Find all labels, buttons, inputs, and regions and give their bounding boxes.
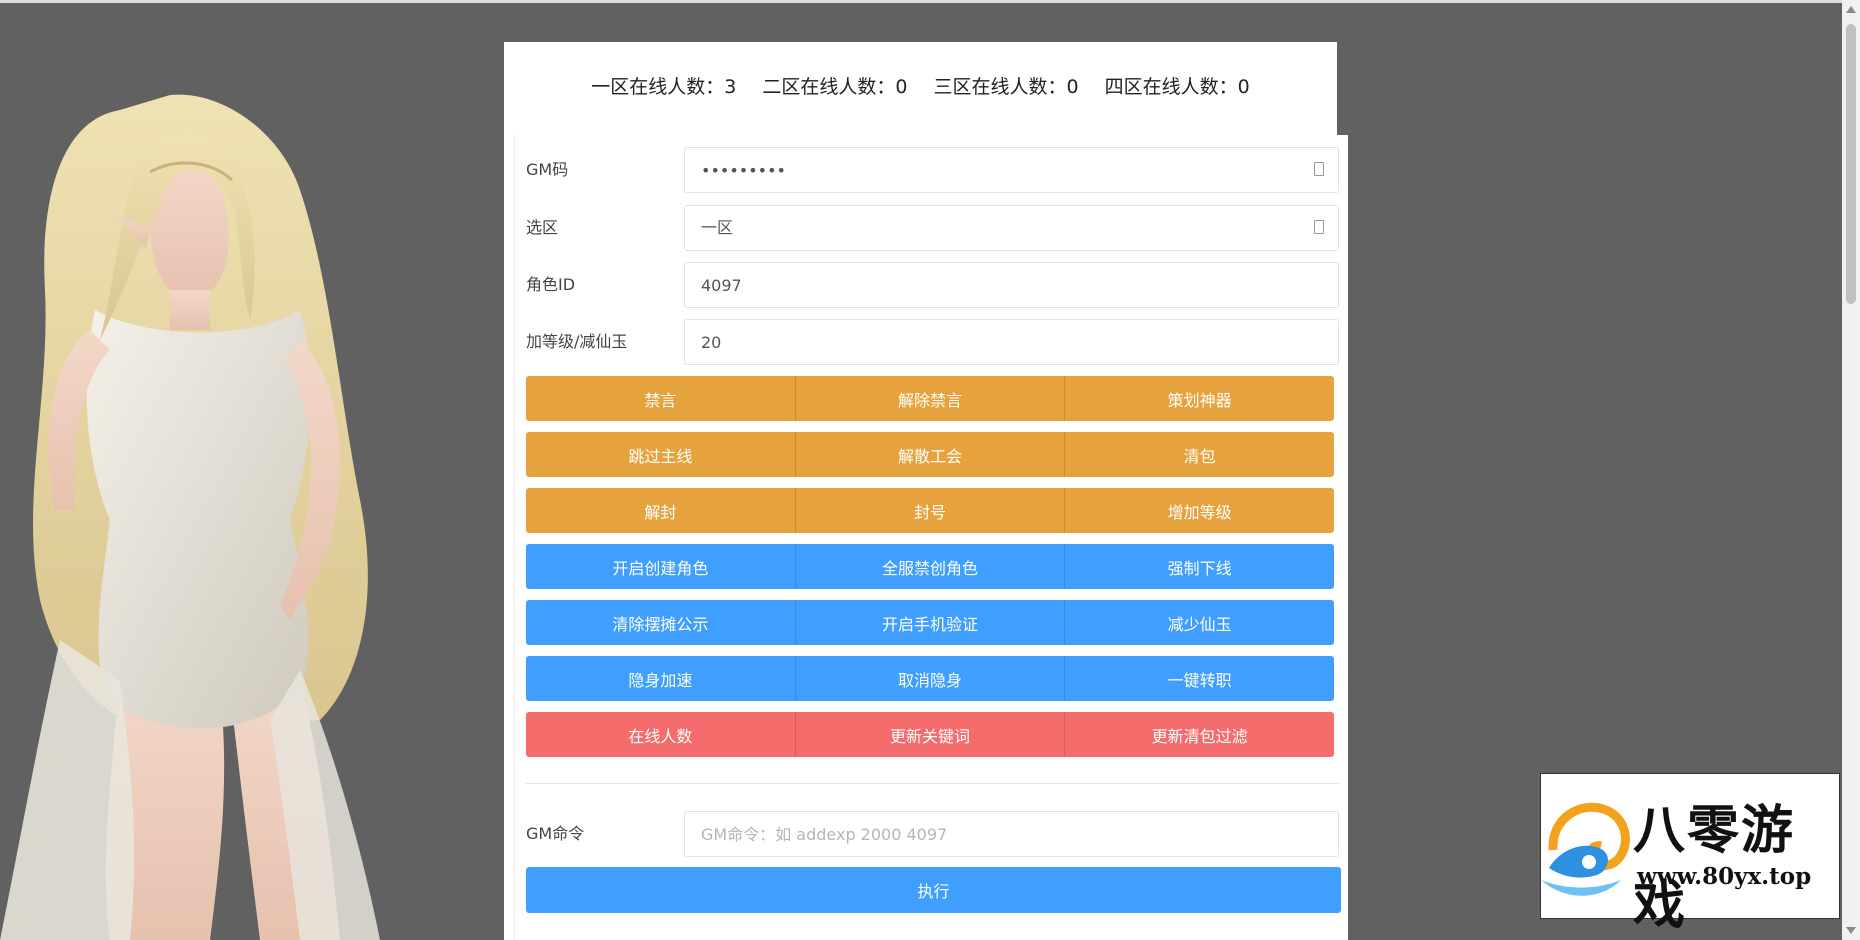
zone-select-label: 选区 <box>526 218 559 237</box>
add-level-button[interactable]: 增加等级 <box>1064 488 1334 533</box>
action-row-4: 开启创建角色 全服禁创角色 强制下线 <box>526 544 1334 589</box>
disable-create-role-button[interactable]: 全服禁创角色 <box>794 544 1065 589</box>
gm-code-field[interactable] <box>684 147 1339 193</box>
skip-main-quest-button[interactable]: 跳过主线 <box>526 432 795 477</box>
vertical-scrollbar[interactable] <box>1842 0 1860 940</box>
update-bag-filter-button[interactable]: 更新清包过滤 <box>1064 712 1334 757</box>
reduce-jade-button[interactable]: 减少仙玉 <box>1064 600 1334 645</box>
clear-bag-button[interactable]: 清包 <box>1064 432 1334 477</box>
planner-artifact-button[interactable]: 策划神器 <box>1064 376 1334 421</box>
section-divider <box>526 783 1340 784</box>
logo-url: www.80yx.top <box>1637 863 1812 890</box>
gm-code-input[interactable] <box>701 148 1301 192</box>
zone1-online-count: 一区在线人数：3 <box>591 76 737 98</box>
zone3-online-count: 三区在线人数：0 <box>933 76 1079 98</box>
ban-account-button[interactable]: 封号 <box>794 488 1065 533</box>
role-id-input[interactable] <box>701 263 1301 307</box>
zone2-online-count: 二区在线人数：0 <box>762 76 908 98</box>
wave-logo-icon <box>1541 802 1630 896</box>
amount-input[interactable] <box>701 320 1301 364</box>
role-id-field[interactable] <box>684 262 1339 308</box>
amount-field[interactable] <box>684 319 1339 365</box>
action-row-7: 在线人数 更新关键词 更新清包过滤 <box>526 712 1334 757</box>
scroll-up-icon[interactable] <box>1846 6 1856 13</box>
one-click-class-change-button[interactable]: 一键转职 <box>1064 656 1334 701</box>
enable-phone-verify-button[interactable]: 开启手机验证 <box>794 600 1065 645</box>
clear-stall-notice-button[interactable]: 清除摆摊公示 <box>526 600 795 645</box>
gm-command-row: GM命令 <box>526 811 1340 857</box>
zone4-online-count: 四区在线人数：0 <box>1104 76 1250 98</box>
execute-button[interactable]: 执行 <box>526 867 1341 913</box>
gm-command-input[interactable] <box>701 812 1301 856</box>
zone-select-row: 选区 一区 <box>526 205 1340 251</box>
gm-code-row: GM码 <box>526 147 1340 193</box>
force-offline-button[interactable]: 强制下线 <box>1064 544 1334 589</box>
unmute-button[interactable]: 解除禁言 <box>794 376 1065 421</box>
amount-row: 加等级/减仙玉 <box>526 319 1340 365</box>
action-row-3: 解封 封号 增加等级 <box>526 488 1334 533</box>
amount-label: 加等级/减仙玉 <box>526 332 628 351</box>
disband-guild-button[interactable]: 解散工会 <box>794 432 1065 477</box>
cancel-stealth-button[interactable]: 取消隐身 <box>794 656 1065 701</box>
field-suffix-icon <box>1314 162 1324 176</box>
field-suffix-icon <box>1314 220 1324 234</box>
panel-edge <box>514 135 515 940</box>
action-row-5: 清除摆摊公示 开启手机验证 减少仙玉 <box>526 600 1334 645</box>
zone-select[interactable]: 一区 <box>684 205 1339 251</box>
scroll-down-icon[interactable] <box>1846 927 1856 934</box>
mute-button[interactable]: 禁言 <box>526 376 795 421</box>
role-id-label: 角色ID <box>526 275 576 294</box>
scroll-thumb[interactable] <box>1846 24 1856 304</box>
online-count-button[interactable]: 在线人数 <box>526 712 795 757</box>
gm-command-field[interactable] <box>684 811 1339 857</box>
zone-select-value: 一区 <box>701 218 734 237</box>
unban-button[interactable]: 解封 <box>526 488 795 533</box>
action-row-2: 跳过主线 解散工会 清包 <box>526 432 1334 477</box>
update-keywords-button[interactable]: 更新关键词 <box>794 712 1065 757</box>
enable-create-role-button[interactable]: 开启创建角色 <box>526 544 795 589</box>
online-stats-panel: 一区在线人数：3 二区在线人数：0 三区在线人数：0 四区在线人数：0 <box>504 42 1337 136</box>
gm-form-panel: GM码 选区 一区 角色ID 加等级/减仙玉 禁言 解除禁言 策划神器 跳过主线… <box>504 135 1348 940</box>
role-id-row: 角色ID <box>526 262 1340 308</box>
stealth-speed-button[interactable]: 隐身加速 <box>526 656 795 701</box>
gm-code-label: GM码 <box>526 160 569 179</box>
action-row-1: 禁言 解除禁言 策划神器 <box>526 376 1334 421</box>
gm-command-label: GM命令 <box>526 824 585 843</box>
action-row-6: 隐身加速 取消隐身 一键转职 <box>526 656 1334 701</box>
online-stats-row: 一区在线人数：3 二区在线人数：0 三区在线人数：0 四区在线人数：0 <box>504 72 1337 99</box>
site-logo: 八零游戏 www.80yx.top <box>1540 773 1840 936</box>
character-illustration <box>0 94 380 940</box>
